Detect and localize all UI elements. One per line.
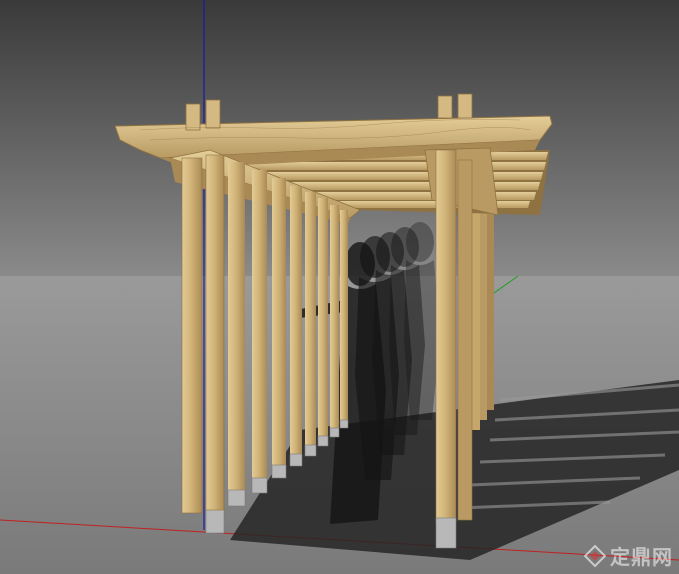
front-right-post [435, 149, 473, 549]
watermark-text: 定鼎网 [610, 545, 673, 569]
diamond-logo-icon [584, 544, 606, 567]
pergola-scene [0, 0, 679, 574]
watermark: 定鼎网 [584, 541, 673, 570]
viewport: 定鼎网 [0, 0, 679, 574]
